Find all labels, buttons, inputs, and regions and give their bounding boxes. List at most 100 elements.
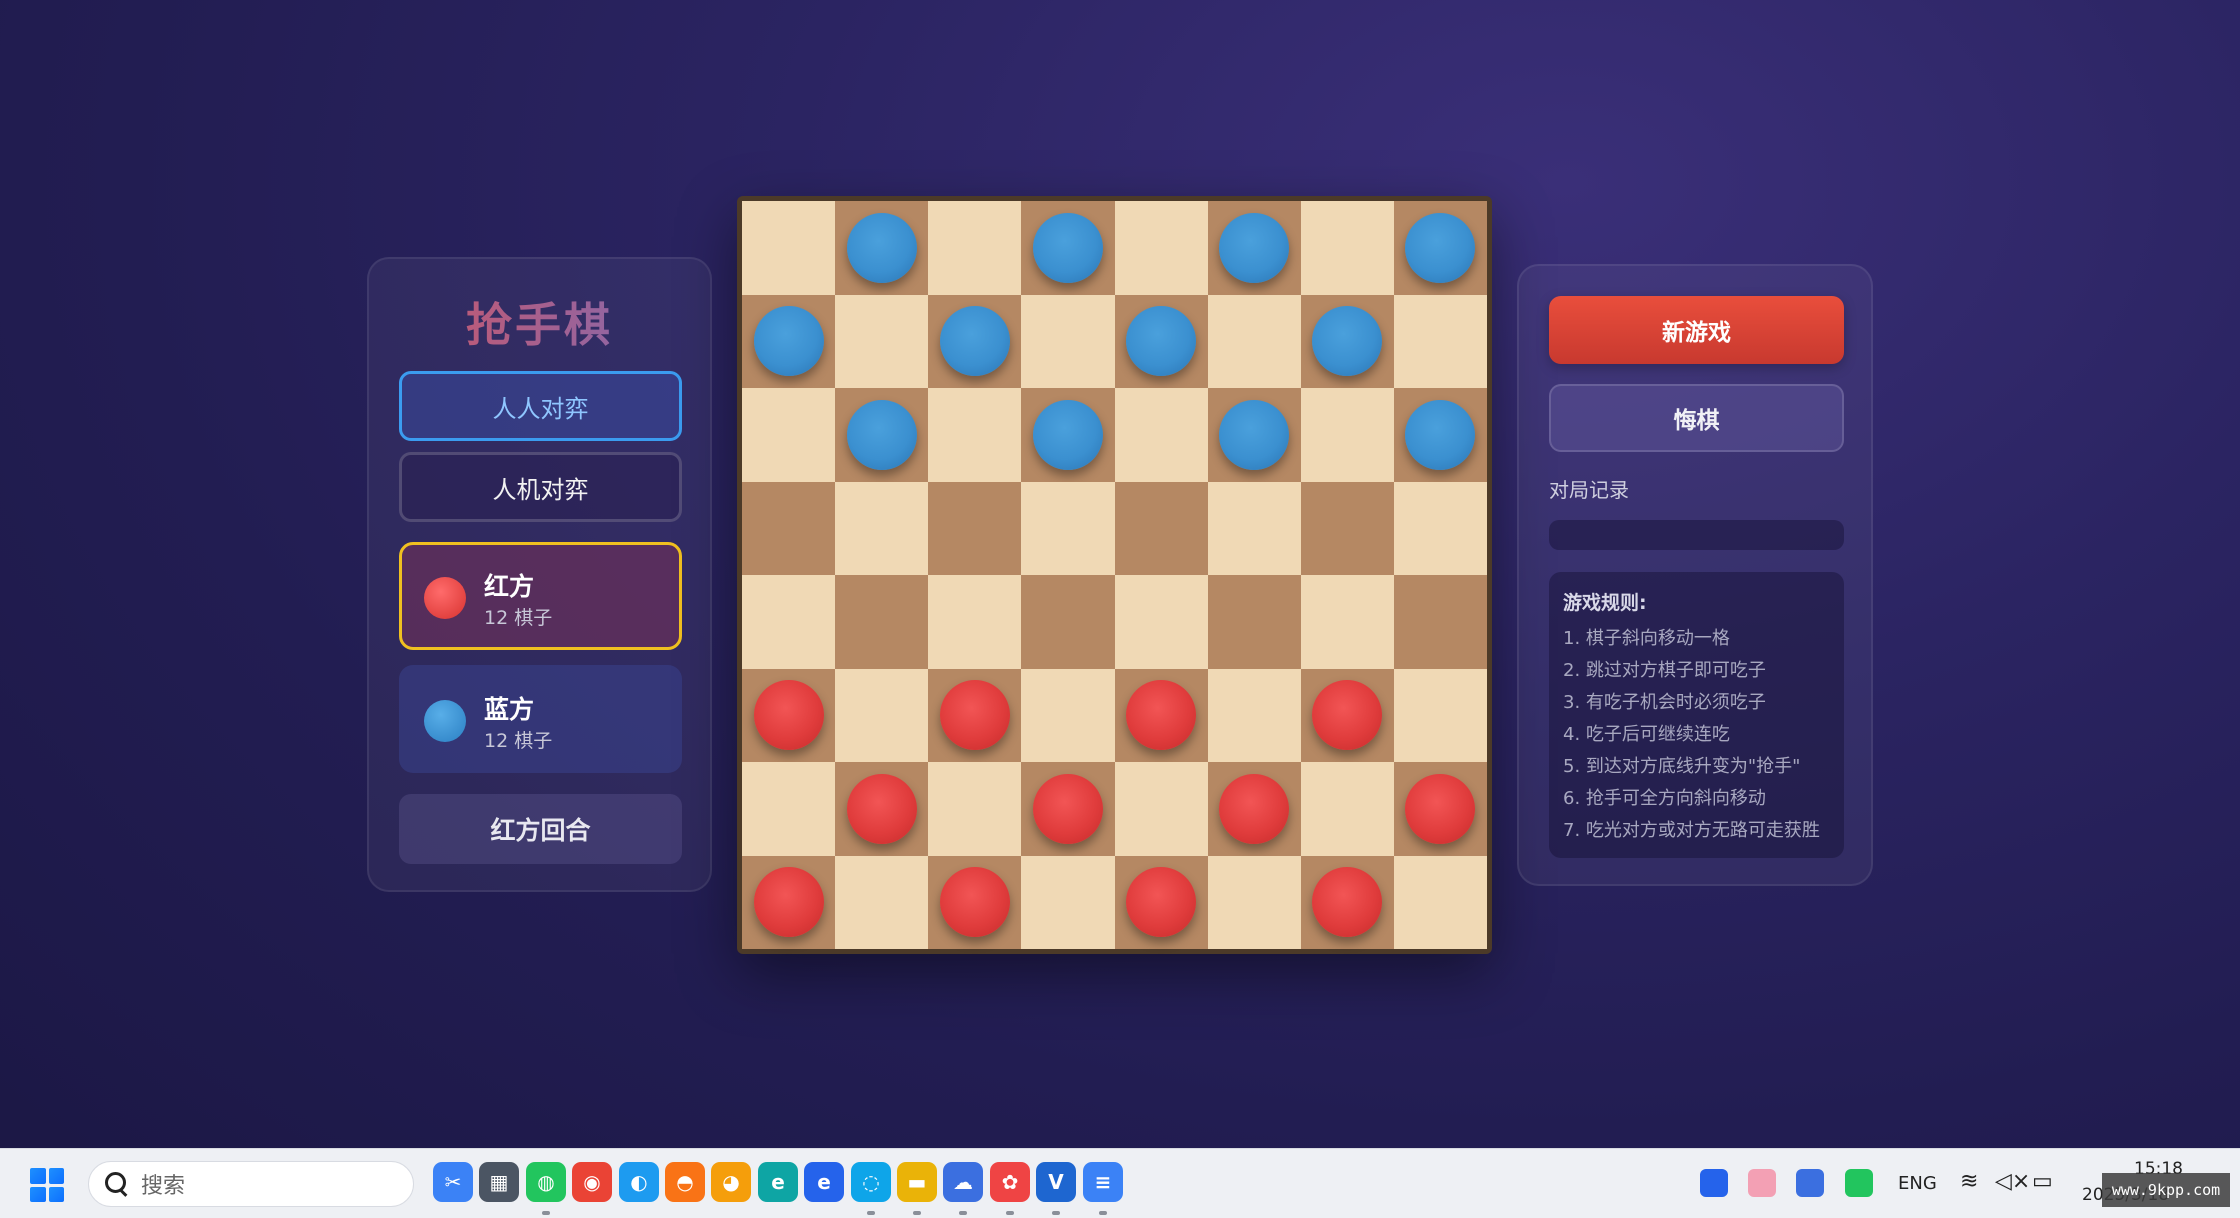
blue-piece[interactable]: [1219, 212, 1290, 283]
cloud-tray-icon[interactable]: [1796, 1169, 1824, 1197]
board-cell[interactable]: [1021, 575, 1115, 669]
board-cell[interactable]: [1021, 294, 1115, 388]
board-cell[interactable]: [1114, 294, 1208, 388]
board-cell[interactable]: [928, 668, 1022, 762]
blue-piece[interactable]: [1032, 212, 1103, 283]
history-list[interactable]: [1549, 520, 1844, 550]
board-cell[interactable]: [1114, 201, 1208, 295]
board-cell[interactable]: [742, 668, 836, 762]
taskbar-search[interactable]: 搜索: [88, 1161, 414, 1207]
board-cell[interactable]: [835, 201, 929, 295]
new-game-button[interactable]: 新游戏: [1549, 296, 1844, 364]
board-cell[interactable]: [1021, 388, 1115, 482]
wifi-icon[interactable]: ≋: [1960, 1169, 1978, 1194]
red-piece[interactable]: [1219, 773, 1290, 844]
blue-piece[interactable]: [846, 212, 917, 283]
undo-button[interactable]: 悔棋: [1549, 384, 1844, 452]
red-piece[interactable]: [1126, 867, 1197, 938]
board-cell[interactable]: [835, 855, 929, 949]
board-cell[interactable]: [928, 575, 1022, 669]
board-cell[interactable]: [742, 575, 836, 669]
red-piece[interactable]: [753, 867, 824, 938]
mode-pvp-button[interactable]: 人人对弈: [399, 371, 682, 441]
security-icon[interactable]: [1700, 1169, 1728, 1197]
wechat-icon[interactable]: ◍: [526, 1162, 566, 1202]
board-cell[interactable]: [928, 481, 1022, 575]
board-cell[interactable]: [1114, 388, 1208, 482]
photos-icon[interactable]: ✿: [990, 1162, 1030, 1202]
board-cell[interactable]: [835, 668, 929, 762]
board-cell[interactable]: [1300, 294, 1394, 388]
board-cell[interactable]: [1021, 201, 1115, 295]
board-cell[interactable]: [742, 762, 836, 856]
board-cell[interactable]: [1114, 762, 1208, 856]
edge-icon[interactable]: e: [758, 1162, 798, 1202]
board-cell[interactable]: [1207, 388, 1301, 482]
board-cell[interactable]: [742, 388, 836, 482]
board-cell[interactable]: [742, 481, 836, 575]
red-piece[interactable]: [1126, 680, 1197, 751]
board-cell[interactable]: [1393, 668, 1487, 762]
board-cell[interactable]: [742, 294, 836, 388]
board-cell[interactable]: [1393, 762, 1487, 856]
board-cell[interactable]: [1021, 855, 1115, 949]
board-cell[interactable]: [1207, 575, 1301, 669]
board-cell[interactable]: [1300, 575, 1394, 669]
board-cell[interactable]: [742, 855, 836, 949]
board-cell[interactable]: [1114, 855, 1208, 949]
vscode-icon[interactable]: V: [1036, 1162, 1076, 1202]
board-cell[interactable]: [1207, 668, 1301, 762]
red-piece[interactable]: [939, 680, 1010, 751]
board-cell[interactable]: [928, 762, 1022, 856]
board-cell[interactable]: [835, 762, 929, 856]
board-cell[interactable]: [1300, 762, 1394, 856]
blue-piece[interactable]: [753, 306, 824, 377]
blue-piece[interactable]: [1312, 306, 1383, 377]
board-cell[interactable]: [1207, 855, 1301, 949]
board-cell[interactable]: [1300, 668, 1394, 762]
board-cell[interactable]: [835, 481, 929, 575]
red-piece[interactable]: [1032, 773, 1103, 844]
board-cell[interactable]: [1300, 388, 1394, 482]
board-cell[interactable]: [1114, 668, 1208, 762]
board-cell[interactable]: [928, 855, 1022, 949]
red-piece[interactable]: [939, 867, 1010, 938]
app-orange-icon[interactable]: ◓: [665, 1162, 705, 1202]
mode-pve-button[interactable]: 人机对弈: [399, 452, 682, 522]
wechat-tray-icon[interactable]: [1845, 1169, 1873, 1197]
snipping-tool-icon[interactable]: ✂: [433, 1162, 473, 1202]
board-cell[interactable]: [1021, 668, 1115, 762]
board-cell[interactable]: [1021, 481, 1115, 575]
red-piece[interactable]: [1312, 867, 1383, 938]
board-cell[interactable]: [835, 294, 929, 388]
board-cell[interactable]: [1207, 762, 1301, 856]
board-cell[interactable]: [1207, 294, 1301, 388]
board-cell[interactable]: [1393, 575, 1487, 669]
board-cell[interactable]: [835, 575, 929, 669]
blue-piece[interactable]: [846, 399, 917, 470]
photos-tray-icon[interactable]: [1748, 1169, 1776, 1197]
red-piece[interactable]: [753, 680, 824, 751]
blue-piece[interactable]: [1126, 306, 1197, 377]
red-piece[interactable]: [1312, 680, 1383, 751]
board-cell[interactable]: [1114, 481, 1208, 575]
board-cell[interactable]: [1393, 201, 1487, 295]
board-cell[interactable]: [1300, 855, 1394, 949]
blue-piece[interactable]: [1219, 399, 1290, 470]
board-cell[interactable]: [1207, 201, 1301, 295]
board-cell[interactable]: [1021, 762, 1115, 856]
blue-piece[interactable]: [1032, 399, 1103, 470]
windows-start-icon[interactable]: [30, 1168, 64, 1202]
board-cell[interactable]: [1300, 481, 1394, 575]
blue-piece[interactable]: [1405, 399, 1476, 470]
firefox-icon[interactable]: ◕: [711, 1162, 751, 1202]
board-cell[interactable]: [1300, 201, 1394, 295]
battery-icon[interactable]: ▭: [2032, 1169, 2053, 1194]
board-cell[interactable]: [1393, 855, 1487, 949]
calculator-icon[interactable]: ▦: [479, 1162, 519, 1202]
board-cell[interactable]: [928, 201, 1022, 295]
ie-icon[interactable]: e: [804, 1162, 844, 1202]
blue-piece[interactable]: [939, 306, 1010, 377]
browser-icon[interactable]: ◐: [619, 1162, 659, 1202]
board-cell[interactable]: [1393, 481, 1487, 575]
